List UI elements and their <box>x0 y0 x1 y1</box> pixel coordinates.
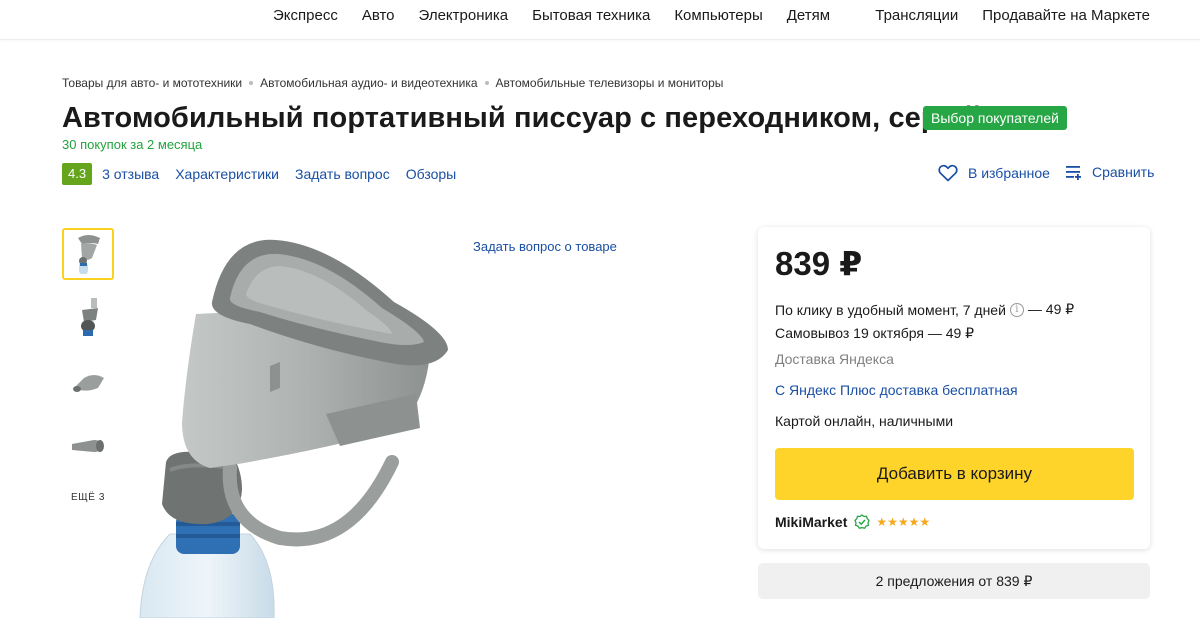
product-title: Автомобильный портативный писсуар с пере… <box>62 102 982 134</box>
compare-icon <box>1066 166 1081 180</box>
overviews-link[interactable]: Обзоры <box>406 166 457 182</box>
nav-item-express[interactable]: Экспресс <box>273 7 338 25</box>
breadcrumb-item[interactable]: Автомобильная аудио- и видеотехника <box>260 76 477 90</box>
add-to-cart-button[interactable]: Добавить в корзину <box>775 448 1134 500</box>
add-to-favorites-button[interactable]: В избранное <box>938 164 1050 182</box>
star-icon: ★ <box>876 515 888 529</box>
compare-button[interactable]: Сравнить <box>1066 164 1154 180</box>
nav-right-links: Трансляции Продавайте на Маркете <box>851 7 1150 25</box>
star-icon: ★ <box>897 515 909 529</box>
nav-item-electronics[interactable]: Электроника <box>419 7 509 25</box>
seller-name[interactable]: MikiMarket <box>775 514 847 530</box>
nav-item-sell-on-market[interactable]: Продавайте на Маркете <box>982 7 1150 25</box>
reviews-link[interactable]: 3 отзыва <box>102 166 159 182</box>
delivery-provider: Доставка Яндекса <box>775 351 894 367</box>
nav-item-kids[interactable]: Детям <box>787 7 830 25</box>
thumbnail-4[interactable] <box>62 420 114 472</box>
delivery-click-prefix: По клику <box>775 301 833 318</box>
price: 839 ₽ <box>775 245 863 282</box>
product-thumbnail-image <box>81 298 98 336</box>
thumbnail-gallery <box>62 228 114 484</box>
star-icon: ★ <box>908 515 920 529</box>
star-icon: ★ <box>887 515 898 529</box>
other-offers-button[interactable]: 2 предложения от 839 ₽ <box>758 563 1150 599</box>
product-photo <box>139 239 448 618</box>
seller-info[interactable]: MikiMarket ★ ★ ★ ★ ★ <box>775 514 930 530</box>
delivery-on-click: По клику в удобный момент, 7 дней i — 49… <box>775 301 1074 318</box>
verified-icon <box>854 514 871 530</box>
breadcrumb-item[interactable]: Товары для авто- и мототехники <box>62 76 242 90</box>
nav-item-auto[interactable]: Авто <box>362 7 395 25</box>
rating-row: 4.3 3 отзыва Характеристики Задать вопро… <box>62 163 472 185</box>
thumbnail-3[interactable] <box>62 356 114 408</box>
category-menu: Экспресс Авто Электроника Бытовая техник… <box>273 7 854 25</box>
yandex-plus-link[interactable]: С Яндекс Плюс доставка бесплатная <box>775 382 1018 398</box>
nav-item-broadcasts[interactable]: Трансляции <box>875 7 958 25</box>
product-thumbnail-image <box>73 375 104 392</box>
delivery-click-price: — 49 ₽ <box>1027 301 1075 317</box>
delivery-click-text: в удобный момент, 7 дней <box>832 301 1006 318</box>
customers-choice-badge: Выбор покупателей <box>923 106 1067 130</box>
ask-question-link[interactable]: Задать вопрос <box>295 166 390 182</box>
breadcrumb: Товары для авто- и мототехники Автомобил… <box>62 76 723 90</box>
favorites-label: В избранное <box>968 165 1050 181</box>
specs-link[interactable]: Характеристики <box>175 166 279 182</box>
compare-label: Сравнить <box>1092 164 1155 180</box>
breadcrumb-separator <box>249 81 254 85</box>
star-icon: ★ <box>919 515 931 529</box>
nav-item-appliances[interactable]: Бытовая техника <box>532 7 650 25</box>
product-thumbnail-image <box>78 235 100 274</box>
rating-badge[interactable]: 4.3 <box>62 163 93 185</box>
heart-icon <box>938 164 958 182</box>
main-product-image[interactable] <box>130 232 460 618</box>
more-photos-link[interactable]: ЕЩЁ 3 <box>62 492 114 503</box>
purchase-panel: 839 ₽ По клику в удобный момент, 7 дней … <box>758 227 1150 549</box>
ask-question-about-product-link[interactable]: Задать вопрос о товаре <box>473 239 617 254</box>
seller-rating-stars: ★ ★ ★ ★ ★ <box>876 516 930 528</box>
purchases-count: 30 покупок за 2 месяца <box>62 137 203 152</box>
thumbnail-1[interactable] <box>62 228 114 280</box>
top-navigation: Экспресс Авто Электроника Бытовая техник… <box>0 0 1200 40</box>
breadcrumb-item[interactable]: Автомобильные телевизоры и мониторы <box>496 76 724 90</box>
thumbnail-2[interactable] <box>62 292 114 344</box>
breadcrumb-separator <box>484 81 489 85</box>
pickup-info: Самовывоз 19 октября — 49 ₽ <box>775 325 975 341</box>
nav-item-computers[interactable]: Компьютеры <box>674 7 762 25</box>
info-icon[interactable]: i <box>1009 302 1024 317</box>
payment-methods: Картой онлайн, наличными <box>775 413 954 429</box>
product-thumbnail-image <box>72 440 104 452</box>
